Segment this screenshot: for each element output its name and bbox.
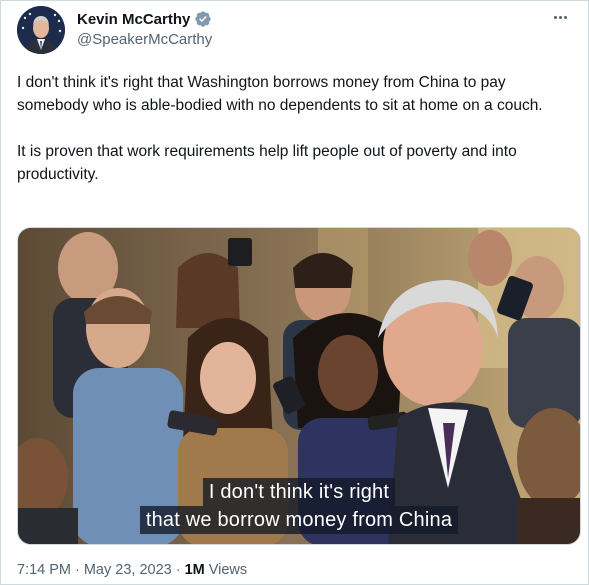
caption-line-2: that we borrow money from China (139, 506, 459, 534)
author-handle[interactable]: @SpeakerMcCarthy (77, 31, 212, 48)
tweet-time[interactable]: 7:14 PM (17, 562, 71, 578)
verified-badge-icon[interactable] (194, 10, 212, 28)
caption-line-1: I don't think it's right (202, 478, 396, 506)
views-count[interactable]: 1M (185, 562, 205, 578)
author-name[interactable]: Kevin McCarthy (77, 11, 190, 28)
avatar[interactable] (17, 6, 65, 54)
tweet-card: Kevin McCarthy @SpeakerMcCarthy I don't … (0, 0, 589, 585)
meta-separator: · (75, 562, 80, 578)
tweet-date[interactable]: May 23, 2023 (84, 562, 172, 578)
author-name-row: Kevin McCarthy (77, 10, 212, 28)
tweet-video[interactable]: I don't think it's right that we borrow … (17, 227, 581, 545)
views-label: Views (208, 562, 248, 578)
video-caption: I don't think it's right that we borrow … (18, 478, 580, 534)
avatar-portrait-icon (17, 6, 65, 54)
tweet-meta: 7:14 PM · May 23, 2023 · 1M Views (17, 562, 247, 578)
more-options-icon[interactable] (546, 7, 574, 27)
tweet-text: I don't think it's right that Washington… (17, 74, 543, 183)
meta-separator: · (175, 562, 181, 578)
